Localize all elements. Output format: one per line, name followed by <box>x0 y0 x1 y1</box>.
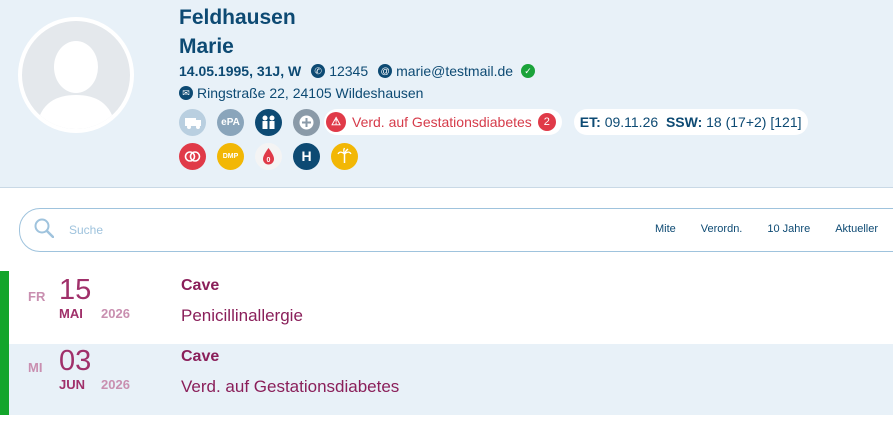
search-input[interactable]: Suche <box>69 223 103 237</box>
filter-bar: Mite Verordn. 10 Jahre Aktueller <box>655 223 893 235</box>
palm-icon[interactable] <box>331 143 358 170</box>
entry-month: JUN <box>59 377 86 392</box>
warning-label: Verd. auf Gestationsdiabetes <box>352 114 532 130</box>
ssw-value: 18 (17+2) [121] <box>706 114 802 130</box>
avatar[interactable] <box>18 17 134 133</box>
entry-day: 03 <box>59 345 92 377</box>
filter-mite[interactable]: Mite <box>655 223 676 235</box>
phone-icon: ✆ <box>311 64 326 78</box>
diagnosis-warning[interactable]: ⚠ Verd. auf Gestationsdiabetes 2 <box>324 109 562 135</box>
mail-icon: ✉ <box>179 86 193 100</box>
phone-number[interactable]: 12345 <box>329 62 368 80</box>
list-item[interactable]: FR 15 MAI 2026 Cave Penicillinallergie <box>0 273 893 344</box>
email-address[interactable]: marie@testmail.de <box>396 62 513 80</box>
list-item[interactable]: MI 03 JUN 2026 Cave Verd. auf Gestations… <box>0 344 893 415</box>
warning-icon: ⚠ <box>326 112 346 132</box>
verified-check-icon: ✓ <box>521 64 536 78</box>
avatar-placeholder-icon <box>22 21 130 129</box>
patient-info-row: 14.05.1995, 31J, W ✆ 12345 @ marie@testm… <box>179 62 539 80</box>
entry-weekday: MI <box>28 360 43 375</box>
blood-drop-icon[interactable]: 0 <box>255 143 282 170</box>
entry-day: 15 <box>59 274 92 306</box>
entry-text: Penicillinallergie <box>181 306 303 325</box>
badge-row: ePA ⚠ Verd. auf Gestationsdiabetes 2 ET:… <box>179 108 808 136</box>
epa-badge[interactable]: ePA <box>217 108 244 136</box>
patient-first-name: Marie <box>179 35 234 58</box>
address-row: ✉ Ringstraße 22, 24105 Wildeshausen <box>179 84 423 102</box>
svg-text:0: 0 <box>267 157 271 164</box>
at-icon: @ <box>378 64 393 78</box>
search-icon[interactable] <box>34 218 54 238</box>
entry-text: Verd. auf Gestationsdiabetes <box>181 377 400 396</box>
entry-month: MAI <box>59 306 83 321</box>
entry-year: 2026 <box>101 306 130 321</box>
h-badge[interactable]: H <box>293 143 320 170</box>
filter-aktueller[interactable]: Aktueller <box>835 223 878 235</box>
patient-last-name: Feldhausen <box>179 6 296 29</box>
status-bar <box>0 271 9 415</box>
ambulance-icon[interactable] <box>179 108 206 136</box>
address[interactable]: Ringstraße 22, 24105 Wildeshausen <box>197 84 423 102</box>
pregnancy-info: ET: 09.11.26 SSW: 18 (17+2) [121] <box>573 109 808 135</box>
warning-count-badge: 2 <box>537 113 556 131</box>
entry-year: 2026 <box>101 377 130 392</box>
family-icon[interactable] <box>255 108 282 136</box>
entry-weekday: FR <box>28 289 46 304</box>
filter-10-jahre[interactable]: 10 Jahre <box>767 223 810 235</box>
badge-row-2: DMP 0 H <box>179 143 369 170</box>
dmp-badge[interactable]: DMP <box>217 143 244 170</box>
filter-verordn[interactable]: Verordn. <box>701 223 743 235</box>
patient-header: Feldhausen Marie 14.05.1995, 31J, W ✆ 12… <box>0 0 893 188</box>
rings-icon[interactable] <box>179 143 206 170</box>
entry-title: Cave <box>181 348 220 365</box>
entry-title: Cave <box>181 277 220 294</box>
et-date: 09.11.26 <box>604 114 659 130</box>
plus-icon[interactable] <box>293 108 320 136</box>
birth-info: 14.05.1995, 31J, W <box>179 63 302 79</box>
